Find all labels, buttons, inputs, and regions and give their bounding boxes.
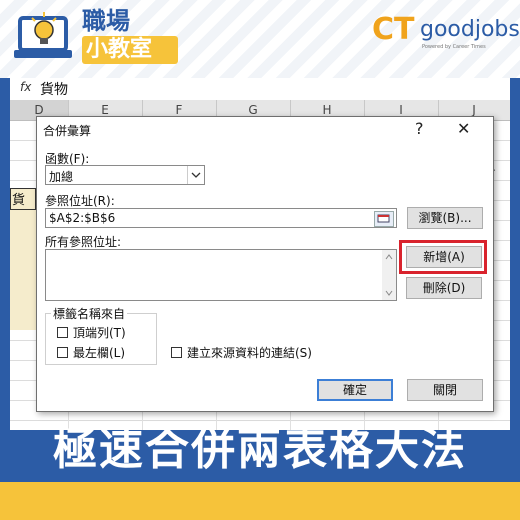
- ct-logo: CT: [372, 12, 415, 47]
- brand-line1: 職場: [82, 7, 130, 35]
- formula-bar: fx 貨物: [10, 78, 510, 101]
- brand-line2: 小教室: [86, 37, 153, 62]
- create-links-checkbox[interactable]: [171, 347, 182, 358]
- close-icon[interactable]: ✕: [457, 121, 470, 137]
- top-row-label: 頂端列(T): [73, 326, 126, 340]
- shaded-cells: [10, 210, 36, 330]
- left-column-label: 最左欄(L): [73, 346, 126, 360]
- reference-input[interactable]: $A$2:$B$6: [45, 208, 397, 228]
- chevron-down-icon[interactable]: [187, 166, 204, 184]
- fx-icon: fx: [20, 80, 32, 94]
- delete-button[interactable]: 刪除(D): [406, 277, 482, 299]
- collapse-dialog-icon[interactable]: [374, 211, 394, 227]
- all-references-label: 所有參照位址:: [45, 235, 122, 249]
- yellow-strip: [0, 482, 520, 520]
- left-column-checkbox[interactable]: [57, 347, 68, 358]
- header-banner: 職場 小教室 CT goodjobs Powered by Career Tim…: [0, 0, 520, 78]
- powered-by: Powered by Career Times: [422, 44, 486, 50]
- top-row-checkbox[interactable]: [57, 327, 68, 338]
- highlighted-cell[interactable]: 貨物: [10, 188, 36, 210]
- function-select[interactable]: 加總: [45, 165, 205, 185]
- help-button[interactable]: ?: [415, 121, 424, 137]
- formula-bar-text[interactable]: 貨物: [40, 79, 68, 99]
- banner-title: 極速合併兩表格大法: [53, 424, 467, 475]
- use-labels-label: 標籤名稱來自: [51, 305, 128, 322]
- browse-button[interactable]: 瀏覽(B)...: [407, 207, 483, 229]
- function-select-value: 加總: [49, 170, 74, 184]
- create-links-label: 建立來源資料的連結(S): [187, 346, 312, 360]
- list-scrollbar[interactable]: [382, 250, 396, 300]
- laptop-bulb-icon: [14, 12, 72, 58]
- close-button[interactable]: 關閉: [407, 379, 483, 401]
- add-button[interactable]: 新增(A): [406, 246, 482, 268]
- goodjobs-logo: goodjobs: [420, 17, 520, 42]
- all-references-list[interactable]: [45, 249, 397, 301]
- consolidate-dialog: 合併彙算 ? ✕ 函數(F): 加總 參照位址(R): $A$2:$B$6 瀏覽…: [36, 116, 494, 412]
- dialog-title: 合併彙算: [43, 124, 92, 138]
- ok-button[interactable]: 確定: [317, 379, 393, 401]
- reference-input-value: $A$2:$B$6: [49, 211, 116, 225]
- cell-fragment-text: 貨物: [12, 193, 26, 208]
- reference-label: 參照位址(R):: [45, 194, 115, 208]
